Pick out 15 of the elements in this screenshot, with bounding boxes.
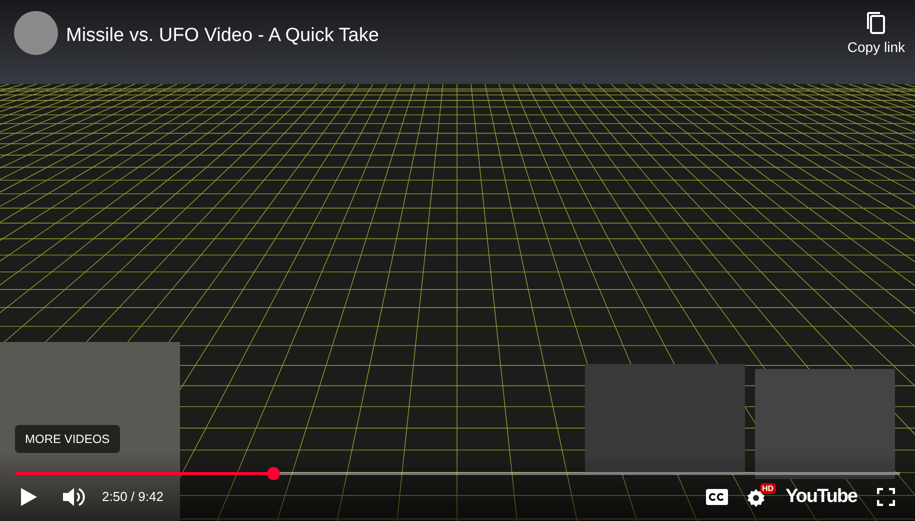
youtube-logo[interactable]: YouTube	[786, 482, 857, 512]
captions-button[interactable]	[706, 489, 728, 505]
time-display: 2:50 / 9:42	[102, 488, 164, 506]
video-title[interactable]: Missile vs. UFO Video - A Quick Take	[66, 22, 840, 50]
copy-icon	[866, 11, 886, 35]
play-button[interactable]	[20, 487, 38, 507]
fullscreen-button[interactable]	[877, 488, 895, 506]
volume-button[interactable]	[62, 486, 86, 508]
copy-link-button[interactable]: Copy link	[847, 11, 905, 58]
play-icon	[20, 487, 38, 507]
speaker-icon	[62, 486, 86, 508]
more-videos-button[interactable]: MORE VIDEOS	[15, 425, 120, 453]
fullscreen-icon	[877, 488, 895, 506]
captions-icon	[706, 489, 728, 505]
hd-badge: HD	[760, 483, 776, 494]
